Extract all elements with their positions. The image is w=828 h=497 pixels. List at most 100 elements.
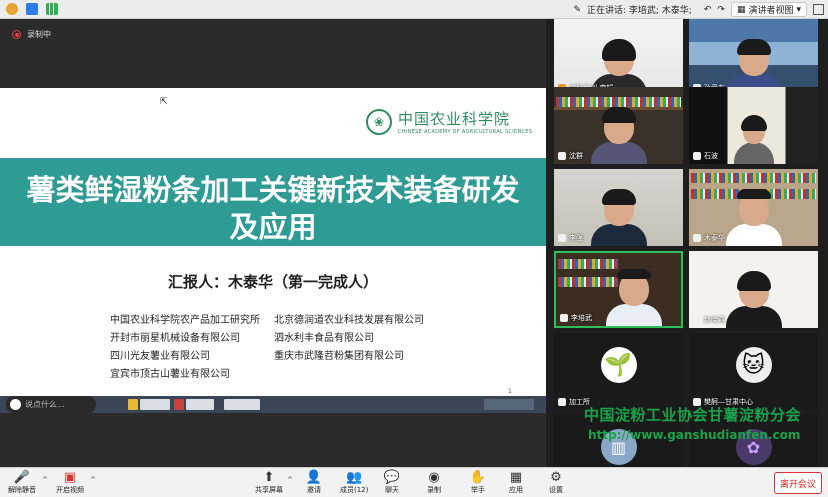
chat-button[interactable]: 💬 聊天 bbox=[384, 470, 400, 495]
cursor-icon: ⇱ bbox=[160, 97, 168, 107]
view-mode-button[interactable]: ▦ 演讲者视图 ▾ bbox=[730, 2, 807, 17]
watermark-url: http://www.ganshudianfen.com bbox=[588, 428, 801, 442]
reporter-line: 汇报人：木泰华（第一完成人） bbox=[167, 273, 378, 291]
participant-gallery: 中科合创-李娟 孙爱东 沈群 石波 李强 木泰华 李培武 bbox=[550, 19, 828, 467]
mic-icon bbox=[560, 314, 568, 322]
invite-icon: 👤 bbox=[305, 470, 323, 485]
participant-tile[interactable]: 🐱 樊舸—甘肃中心 bbox=[689, 333, 818, 410]
participant-tile[interactable]: 沈群 bbox=[554, 87, 683, 164]
participant-name: 李强 bbox=[569, 234, 583, 242]
shared-taskbar: 说点什么... bbox=[0, 396, 546, 413]
chevron-up-icon[interactable]: ^ bbox=[90, 476, 96, 484]
plant-avatar-icon: 🌱 bbox=[600, 347, 637, 383]
top-right-area: ✎ 正在讲话: 李培武; 木泰华; ↶ ↷ ▦ 演讲者视图 ▾ bbox=[573, 1, 824, 18]
prev-icon[interactable]: ↶ bbox=[704, 5, 712, 15]
top-left-icons bbox=[6, 3, 58, 15]
grid-icon: ▦ bbox=[736, 4, 746, 15]
chat-placeholder: 说点什么... bbox=[25, 400, 65, 409]
taskbar-item bbox=[174, 399, 184, 410]
raise-label: 举手 bbox=[471, 486, 485, 494]
org-row: 中国农业科学院农产品加工研究所 北京德润道农业科技发展有限公司 bbox=[110, 312, 424, 330]
logo-en: CHINESE ACADEMY OF AGRICULTURAL SCIENCES bbox=[398, 129, 533, 135]
members-button[interactable]: 👥 成员(12) bbox=[340, 470, 368, 495]
mic-icon bbox=[558, 152, 566, 160]
apps-button[interactable]: ▦ 应用 bbox=[508, 470, 524, 495]
video-button[interactable]: ▣ 开启视频 bbox=[56, 470, 84, 495]
slide-title: 薯类鲜湿粉条加工关键新技术装备研发 及应用 bbox=[0, 172, 546, 246]
raise-hand-button[interactable]: ✋ 举手 bbox=[470, 470, 486, 495]
org-name: 开封市丽星机械设备有限公司 bbox=[110, 333, 240, 344]
org-name: 泗水利丰食品有限公司 bbox=[274, 333, 374, 344]
participant-tile[interactable]: 孙爱东 bbox=[689, 19, 818, 96]
leave-meeting-button[interactable]: 离开会议 bbox=[774, 472, 822, 494]
invite-button[interactable]: 👤 邀请 bbox=[306, 470, 322, 495]
members-label: 成员(12) bbox=[340, 486, 369, 494]
taskbar-item bbox=[128, 399, 138, 410]
chat-pill[interactable]: 说点什么... bbox=[6, 396, 96, 413]
next-icon[interactable]: ↷ bbox=[717, 5, 725, 15]
mic-muted-icon: 🎤 bbox=[13, 470, 31, 485]
hand-icon: ✋ bbox=[469, 470, 487, 485]
mic-icon bbox=[693, 316, 701, 324]
record-icon: ◉ bbox=[428, 470, 440, 485]
presentation-slide: ⇱ ❀ 中国农业科学院 CHINESE ACADEMY OF AGRICULTU… bbox=[0, 88, 546, 398]
org-name: 宜宾市顶古山薯业有限公司 bbox=[110, 369, 230, 380]
invite-label: 邀请 bbox=[307, 486, 321, 494]
slide-title-line1: 薯类鲜湿粉条加工关键新技术装备研发 bbox=[26, 173, 520, 207]
logo-cn: 中国农业科学院 bbox=[398, 110, 511, 128]
meeting-toolbar: 🎤 解除静音 ^ ▣ 开启视频 ^ ⬆ 共享屏幕 ^ 👤 邀请 👥 成员(12)… bbox=[0, 467, 828, 497]
shared-screen: 录制中 ⇱ ❀ 中国农业科学院 CHINESE ACADEMY OF AGRIC… bbox=[0, 19, 546, 467]
participant-tile[interactable]: 木泰华 bbox=[689, 169, 818, 246]
fullscreen-icon[interactable] bbox=[813, 4, 824, 15]
caas-seal-icon: ❀ bbox=[366, 108, 392, 135]
mute-button[interactable]: 🎤 解除静音 bbox=[8, 470, 36, 495]
taskbar-item bbox=[484, 399, 534, 410]
speaking-icon: ✎ bbox=[573, 4, 582, 15]
cat-avatar-icon: 🐱 bbox=[735, 347, 772, 383]
chevron-up-icon[interactable]: ^ bbox=[287, 476, 293, 484]
chat-label: 聊天 bbox=[385, 486, 399, 494]
mic-icon bbox=[558, 234, 566, 242]
taskbar-item bbox=[224, 399, 260, 410]
participant-tile[interactable]: 李培武 bbox=[554, 251, 683, 328]
top-bar: ✎ 正在讲话: 李培武; 木泰华; ↶ ↷ ▦ 演讲者视图 ▾ bbox=[0, 0, 828, 19]
org-row: 开封市丽星机械设备有限公司 泗水利丰食品有限公司 bbox=[110, 330, 424, 348]
speaking-indicator: 正在讲话: 李培武; 木泰华; bbox=[587, 6, 692, 16]
apps-label: 应用 bbox=[509, 486, 523, 494]
share-screen-button[interactable]: ⬆ 共享屏幕 bbox=[255, 470, 283, 495]
participant-name: 沈群 bbox=[569, 152, 583, 160]
page-number: 1 bbox=[508, 388, 512, 395]
participant-tile[interactable]: 李强 bbox=[554, 169, 683, 246]
participant-tile[interactable]: 赵晓燕 bbox=[689, 251, 818, 328]
record-icon bbox=[12, 30, 21, 39]
mic-icon bbox=[693, 234, 701, 242]
mic-icon bbox=[693, 152, 701, 160]
apps-icon: ▦ bbox=[509, 470, 523, 485]
org-name: 四川光友薯业有限公司 bbox=[110, 351, 210, 362]
share-label: 共享屏幕 bbox=[255, 486, 283, 494]
chevron-up-icon[interactable]: ^ bbox=[42, 476, 48, 484]
organization-list: 中国农业科学院农产品加工研究所 北京德润道农业科技发展有限公司 开封市丽星机械设… bbox=[110, 312, 424, 384]
chat-icon: 💬 bbox=[383, 470, 401, 485]
org-name: 重庆市武隆苕粉集团有限公司 bbox=[274, 351, 404, 362]
video-off-icon: ▣ bbox=[63, 470, 77, 485]
participant-name: 李培武 bbox=[571, 314, 592, 322]
record-button[interactable]: ◉ 录制 bbox=[426, 470, 442, 495]
view-mode-label: 演讲者视图 bbox=[748, 6, 794, 16]
participant-tile[interactable]: 🌱 加工所 bbox=[554, 333, 683, 410]
video-label: 开启视频 bbox=[56, 486, 84, 494]
share-screen-icon: ⬆ bbox=[263, 470, 275, 485]
avatar bbox=[10, 399, 21, 410]
settings-button[interactable]: ⚙ 设置 bbox=[548, 470, 564, 495]
info-icon[interactable] bbox=[6, 3, 18, 15]
mic-icon bbox=[558, 398, 566, 406]
participant-tile[interactable]: 石波 bbox=[689, 87, 818, 164]
slide-title-line2: 及应用 bbox=[229, 210, 317, 244]
shield-icon[interactable] bbox=[26, 3, 38, 15]
org-row: 四川光友薯业有限公司 重庆市武隆苕粉集团有限公司 bbox=[110, 348, 424, 366]
recording-label: 录制中 bbox=[27, 30, 51, 39]
members-icon: 👥 bbox=[346, 470, 363, 485]
participant-name: 木泰华 bbox=[704, 234, 725, 242]
signal-icon[interactable] bbox=[46, 3, 58, 15]
participant-tile[interactable]: 中科合创-李娟 bbox=[554, 19, 683, 96]
